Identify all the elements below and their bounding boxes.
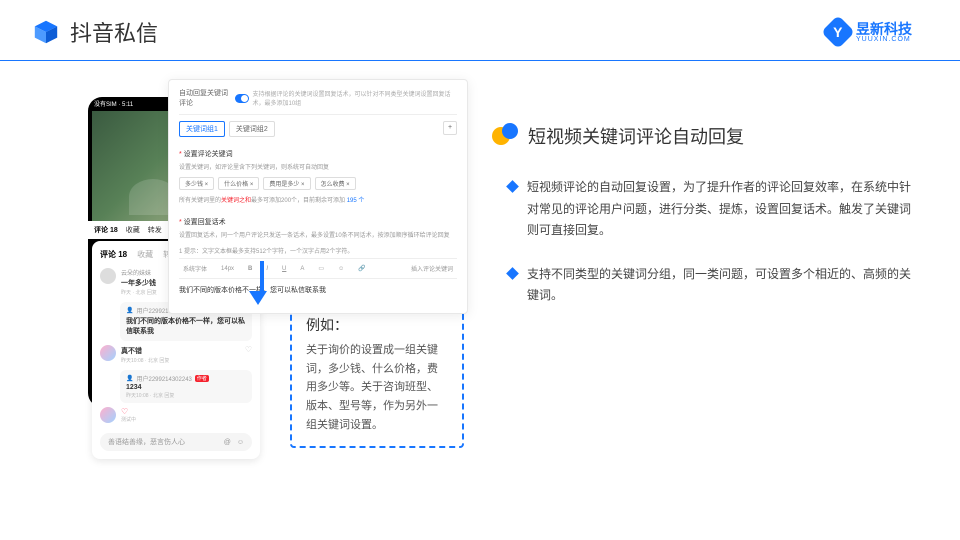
color-icon[interactable]: A bbox=[296, 265, 308, 273]
avatar[interactable] bbox=[100, 268, 116, 284]
section-icon bbox=[492, 123, 518, 149]
bullet-item: 支持不同类型的关键词分组，同一类问题，可设置多个相近的、高频的关键词。 bbox=[492, 264, 920, 307]
keywords-label: 设置评论关键词 bbox=[179, 147, 457, 161]
like-icon: ♡ bbox=[121, 407, 252, 416]
keyword-tag[interactable]: 费用是多少 × bbox=[263, 177, 310, 190]
avatar[interactable] bbox=[100, 407, 116, 423]
auto-reply-toggle[interactable] bbox=[235, 94, 248, 103]
emoji-icon[interactable]: ☺ bbox=[237, 439, 244, 446]
comment-item: 真不错 昨天10:08 · 北京 回复 ♡ bbox=[100, 341, 252, 368]
example-body: 关于询价的设置成一组关键词，多少钱、什么价格，费用多少等。关于咨询班型、版本、型… bbox=[306, 341, 448, 434]
insert-keyword-button[interactable]: 插入评论关键词 bbox=[407, 263, 457, 274]
diamond-icon bbox=[506, 180, 519, 193]
avatar-icon: 👤 bbox=[126, 307, 133, 314]
header: 抖音私信 Y 昱新科技YUUXIN.COM bbox=[0, 0, 960, 61]
like-icon[interactable]: ♡ bbox=[245, 345, 252, 364]
comment-input[interactable]: 善语结善缘，恶言伤人心@☺ bbox=[100, 433, 252, 451]
bold-icon[interactable]: B bbox=[244, 265, 256, 273]
diamond-icon bbox=[506, 267, 519, 280]
size-select[interactable]: 14px bbox=[217, 265, 238, 273]
editor-toolbar: 系统字体 14px B I U A ▭ ☺ 🔗 插入评论关键词 bbox=[179, 258, 457, 279]
brand: Y 昱新科技YUUXIN.COM bbox=[826, 20, 912, 44]
at-icon[interactable]: @ bbox=[224, 439, 231, 446]
comment-item: ♡测试中 bbox=[100, 403, 252, 427]
reply-label: 设置回复话术 bbox=[179, 215, 457, 229]
config-panel: 自动回复关键词评论 支持根据评论的关键词设置回复话术，可以针对不同类型关键词设置… bbox=[168, 79, 468, 314]
cube-logo-icon bbox=[32, 18, 60, 46]
font-select[interactable]: 系统字体 bbox=[179, 263, 211, 274]
page-title: 抖音私信 bbox=[70, 16, 158, 48]
keyword-tag[interactable]: 多少钱 × bbox=[179, 177, 214, 190]
keyword-group-tab-1[interactable]: 关键词组1 bbox=[179, 121, 225, 137]
reply-text[interactable]: 我们不同的版本价格不一样，您可以私信联系我 bbox=[179, 279, 457, 301]
arrow-icon bbox=[256, 261, 267, 305]
emoji-icon[interactable]: ☺ bbox=[334, 265, 348, 273]
section-title: 短视频关键词评论自动回复 bbox=[528, 123, 744, 149]
avatar[interactable] bbox=[100, 345, 116, 361]
link-icon[interactable]: 🔗 bbox=[354, 264, 369, 273]
add-group-button[interactable]: + bbox=[443, 121, 457, 135]
keyword-tag[interactable]: 什么价格 × bbox=[218, 177, 259, 190]
keyword-tag[interactable]: 怎么收费 × bbox=[315, 177, 356, 190]
keyword-count-note: 所有关键词里的关键词之和最多可添加200个，目前剩余可添加 195 个 bbox=[179, 192, 457, 207]
keyword-group-tab-2[interactable]: 关键词组2 bbox=[229, 121, 275, 137]
toggle-label: 自动回复关键词评论 bbox=[179, 88, 231, 108]
avatar-icon: 👤 bbox=[126, 375, 133, 382]
example-box: 例如： 关于询价的设置成一组关键词，多少钱、什么价格，费用多少等。关于咨询班型、… bbox=[290, 301, 464, 448]
bullet-item: 短视频评论的自动回复设置，为了提升作者的评论回复效率，在系统中针对常见的评论用户… bbox=[492, 177, 920, 242]
image-icon[interactable]: ▭ bbox=[314, 264, 328, 273]
example-title: 例如： bbox=[306, 315, 448, 335]
brand-icon: Y bbox=[821, 15, 855, 49]
reply-item: 👤用户2299214302243作者 1234 昨天10:08 · 北京 回复 bbox=[120, 370, 252, 403]
underline-icon[interactable]: U bbox=[278, 265, 290, 273]
